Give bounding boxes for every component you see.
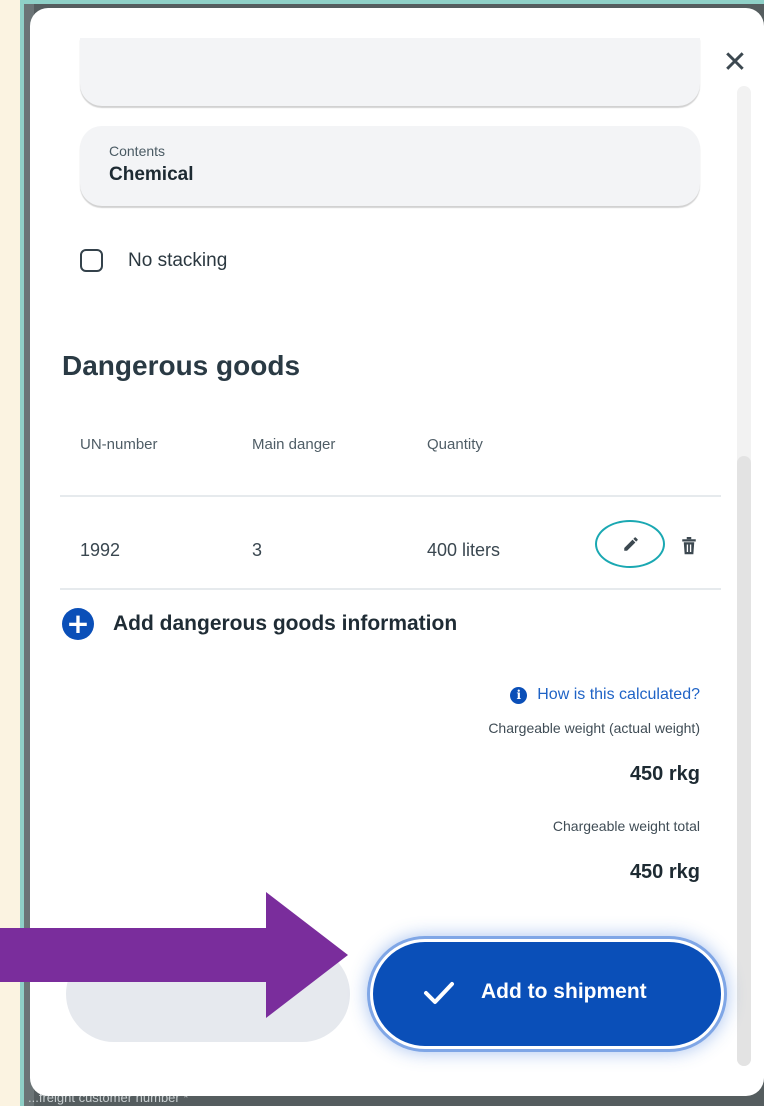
dangerous-goods-title: Dangerous goods — [62, 350, 301, 381]
delete-row-button[interactable] — [680, 536, 698, 561]
modal-scrollbar[interactable] — [737, 86, 751, 1066]
edit-row-button[interactable] — [595, 520, 665, 568]
previous-field-input[interactable] — [80, 38, 700, 106]
pencil-icon — [624, 537, 638, 551]
no-stacking-label: No stacking — [128, 250, 228, 271]
add-to-shipment-label: Add to shipment — [481, 980, 647, 1003]
trash-icon — [682, 537, 696, 555]
how-calculated-link[interactable]: i How is this calculated? — [510, 686, 700, 708]
chargeable-weight-value: 450 rkg — [629, 763, 700, 785]
info-icon: i — [510, 686, 528, 704]
add-to-shipment-button[interactable]: Add to shipment — [373, 942, 721, 1046]
column-header-quantity: Quantity — [427, 436, 483, 453]
annotation-arrow-icon — [0, 892, 348, 1018]
chargeable-weight-total-label: Chargeable weight total — [552, 818, 700, 834]
close-icon[interactable]: ✕ — [720, 48, 750, 78]
cell-un-number: 1992 — [80, 540, 121, 560]
table-divider-bottom — [60, 588, 721, 590]
checkmark-icon — [424, 982, 454, 1004]
contents-field-label: Contents — [109, 143, 166, 159]
scrollbar-thumb[interactable] — [737, 456, 751, 1066]
contents-field[interactable]: Contents Chemical — [80, 126, 700, 206]
table-divider-top — [60, 495, 721, 497]
add-dangerous-goods-label: Add dangerous goods information — [113, 612, 458, 635]
cell-main-danger: 3 — [252, 540, 263, 560]
how-calculated-text: How is this calculated? — [537, 686, 700, 703]
cell-quantity: 400 liters — [427, 540, 501, 560]
chargeable-weight-label: Chargeable weight (actual weight) — [488, 720, 700, 736]
column-header-main-danger: Main danger — [252, 436, 336, 453]
column-header-un-number: UN-number — [80, 436, 158, 453]
no-stacking-checkbox[interactable] — [80, 249, 103, 272]
plus-circle-icon: + — [62, 608, 94, 640]
chargeable-weight-total-value: 450 rkg — [629, 861, 700, 883]
contents-field-value[interactable]: Chemical — [109, 164, 193, 186]
